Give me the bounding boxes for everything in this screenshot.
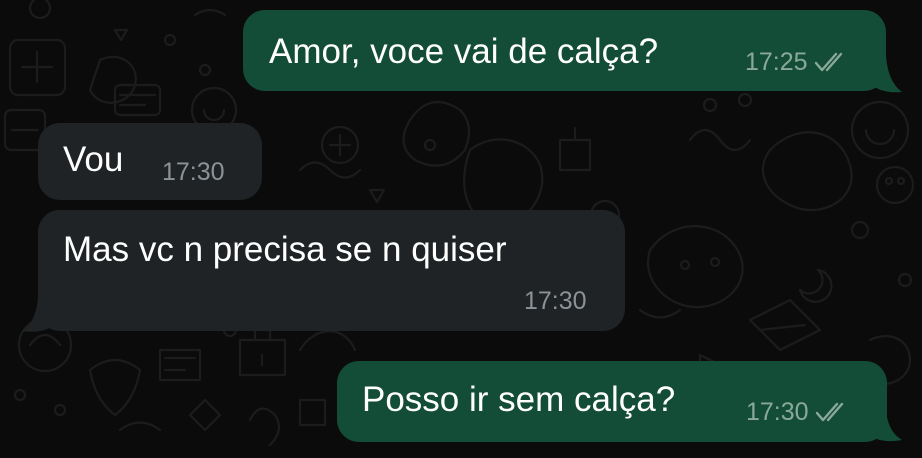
incoming-message[interactable]: Mas vc n precisa se n quiser 17:30	[38, 210, 625, 331]
incoming-message[interactable]: Vou 17:30	[38, 123, 262, 200]
double-check-read-icon	[815, 402, 843, 422]
message-time: 17:30	[746, 398, 809, 426]
message-time: 17:30	[524, 287, 587, 315]
message-time: 17:25	[745, 48, 808, 76]
message-time: 17:30	[162, 158, 225, 186]
message-meta: 17:30	[746, 398, 849, 426]
message-meta: 17:25	[745, 48, 848, 76]
outgoing-message[interactable]: Posso ir sem calça? 17:30	[337, 361, 887, 442]
message-text: Amor, voce vai de calça?	[269, 32, 659, 71]
message-text: Mas vc n precisa se n quiser	[63, 230, 507, 269]
double-check-read-icon	[814, 52, 842, 72]
message-text: Vou	[63, 140, 124, 179]
message-meta: 17:30	[162, 158, 225, 186]
outgoing-message[interactable]: Amor, voce vai de calça? 17:25	[243, 10, 886, 91]
message-text: Posso ir sem calça?	[362, 380, 676, 419]
message-meta: 17:30	[524, 287, 587, 315]
